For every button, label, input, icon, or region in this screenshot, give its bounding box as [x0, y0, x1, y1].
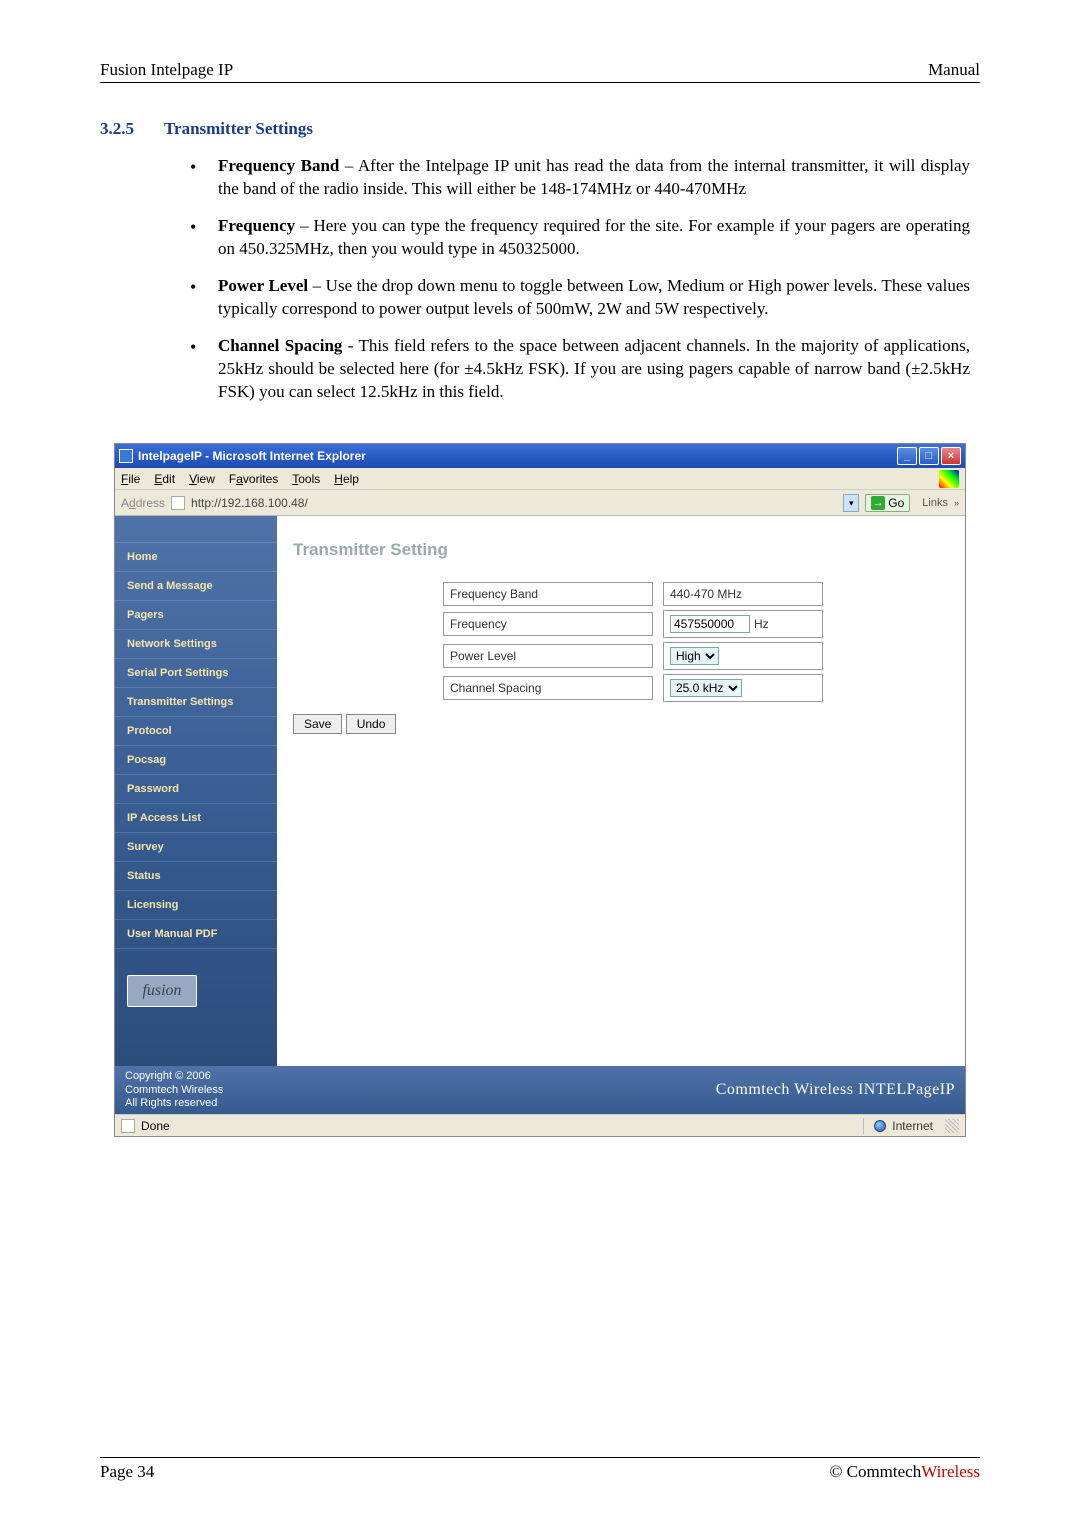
row-frequency-band: Frequency Band 440-470 MHz — [293, 582, 957, 606]
bullet-item: Frequency Band – After the Intelpage IP … — [190, 155, 970, 201]
menu-tools[interactable]: Tools — [292, 472, 320, 486]
status-done: Done — [141, 1119, 853, 1133]
row-power-level: Power Level High — [293, 642, 957, 670]
footer-copy: Copyright © 2006 Commtech Wireless All R… — [125, 1070, 716, 1110]
menu-favorites[interactable]: Favorites — [229, 472, 278, 486]
section-number: 3.2.5 — [100, 119, 160, 139]
sidebar-item-network-settings[interactable]: Network Settings — [115, 630, 277, 659]
label-power-level: Power Level — [443, 644, 653, 668]
fusion-logo: fusion — [127, 975, 197, 1007]
section-title: Transmitter Settings — [164, 119, 313, 138]
status-zone: Internet — [892, 1119, 933, 1133]
page-header: Fusion Intelpage IP Manual — [100, 60, 980, 83]
label-frequency: Frequency — [443, 612, 653, 636]
save-button[interactable]: Save — [293, 714, 342, 734]
sidebar-item-send-message[interactable]: Send a Message — [115, 572, 277, 601]
window-title: IntelpageIP - Microsoft Internet Explore… — [138, 449, 897, 463]
sidebar-item-pocsag[interactable]: Pocsag — [115, 746, 277, 775]
footer-brand: Commtech Wireless INTELPageIP — [716, 1081, 955, 1099]
footer-brand-pre: © Commtech — [829, 1462, 921, 1481]
titlebar: IntelpageIP - Microsoft Internet Explore… — [115, 444, 965, 468]
bullet-list: Frequency Band – After the Intelpage IP … — [190, 155, 970, 403]
app-footer: Copyright © 2006 Commtech Wireless All R… — [115, 1066, 965, 1114]
bullet-item: Channel Spacing - This field refers to t… — [190, 335, 970, 404]
statusbar: Done Internet — [115, 1114, 965, 1136]
sidebar-item-password[interactable]: Password — [115, 775, 277, 804]
row-frequency: Frequency Hz — [293, 610, 957, 638]
globe-icon — [874, 1120, 886, 1132]
address-dropdown[interactable]: ▾ — [843, 494, 859, 512]
main-panel: Transmitter Setting Frequency Band 440-4… — [277, 516, 965, 1066]
bullet-text: – Here you can type the frequency requir… — [218, 216, 970, 258]
sidebar-item-home[interactable]: Home — [115, 542, 277, 572]
footer-copyright: Copyright © 2006 — [125, 1070, 716, 1083]
menu-edit[interactable]: Edit — [154, 472, 175, 486]
done-icon — [121, 1119, 135, 1133]
page-number: Page 34 — [100, 1462, 154, 1482]
value-frequency-band: 440-470 MHz — [663, 582, 823, 606]
bullet-item: Power Level – Use the drop down menu to … — [190, 275, 970, 321]
go-label: Go — [888, 496, 904, 510]
resize-grip-icon — [945, 1119, 959, 1133]
bullet-text: – Use the drop down menu to toggle betwe… — [218, 276, 970, 318]
bullet-term: Frequency Band — [218, 156, 339, 175]
menu-file[interactable]: File — [121, 472, 140, 486]
ie-icon — [119, 449, 133, 463]
sidebar-item-transmitter-settings[interactable]: Transmitter Settings — [115, 688, 277, 717]
power-level-select[interactable]: High — [670, 647, 719, 665]
page-icon — [171, 496, 185, 510]
address-bar: Address http://192.168.100.48/ ▾ → Go Li… — [115, 490, 965, 516]
value-channel-spacing: 25.0 kHz — [663, 674, 823, 702]
menu-view[interactable]: View — [189, 472, 215, 486]
sidebar: Home Send a Message Pagers Network Setti… — [115, 516, 277, 1066]
links-chevron-icon[interactable]: » — [954, 498, 959, 508]
sidebar-item-protocol[interactable]: Protocol — [115, 717, 277, 746]
browser-window: IntelpageIP - Microsoft Internet Explore… — [114, 443, 966, 1137]
links-label[interactable]: Links — [922, 497, 948, 509]
go-button[interactable]: → Go — [865, 494, 910, 512]
bullet-item: Frequency – Here you can type the freque… — [190, 215, 970, 261]
address-url[interactable]: http://192.168.100.48/ — [191, 496, 837, 510]
header-right: Manual — [928, 60, 980, 80]
sidebar-item-licensing[interactable]: Licensing — [115, 891, 277, 920]
footer-company: Commtech Wireless — [125, 1084, 716, 1097]
go-arrow-icon: → — [871, 496, 885, 510]
label-frequency-band: Frequency Band — [443, 582, 653, 606]
sidebar-item-ip-access-list[interactable]: IP Access List — [115, 804, 277, 833]
bullet-term: Channel Spacing — [218, 336, 342, 355]
button-row: Save Undo — [293, 714, 957, 734]
header-left: Fusion Intelpage IP — [100, 60, 233, 80]
sidebar-item-user-manual-pdf[interactable]: User Manual PDF — [115, 920, 277, 949]
channel-spacing-select[interactable]: 25.0 kHz — [670, 679, 742, 697]
footer-brand: © CommtechWireless — [829, 1462, 980, 1482]
page-footer: Page 34 © CommtechWireless — [100, 1457, 980, 1482]
address-label: Address — [121, 496, 165, 510]
sidebar-item-pagers[interactable]: Pagers — [115, 601, 277, 630]
maximize-button[interactable]: □ — [919, 447, 939, 465]
sidebar-item-serial-port-settings[interactable]: Serial Port Settings — [115, 659, 277, 688]
bullet-term: Power Level — [218, 276, 308, 295]
close-button[interactable]: × — [941, 447, 961, 465]
section-heading: 3.2.5 Transmitter Settings — [100, 119, 980, 139]
frequency-input[interactable] — [670, 615, 750, 633]
value-power-level: High — [663, 642, 823, 670]
footer-rights: All Rights reserved — [125, 1097, 716, 1110]
panel-title: Transmitter Setting — [293, 540, 957, 560]
frequency-unit: Hz — [754, 617, 769, 631]
value-frequency: Hz — [663, 610, 823, 638]
menubar: File Edit View Favorites Tools Help — [115, 468, 965, 490]
label-channel-spacing: Channel Spacing — [443, 676, 653, 700]
minimize-button[interactable]: _ — [897, 447, 917, 465]
sidebar-item-status[interactable]: Status — [115, 862, 277, 891]
menu-help[interactable]: Help — [334, 472, 359, 486]
bullet-term: Frequency — [218, 216, 295, 235]
throbber-icon — [939, 470, 959, 488]
sidebar-item-survey[interactable]: Survey — [115, 833, 277, 862]
footer-brand-red: Wireless — [921, 1462, 980, 1481]
undo-button[interactable]: Undo — [346, 714, 397, 734]
content-area: Home Send a Message Pagers Network Setti… — [115, 516, 965, 1066]
statusbar-separator — [863, 1118, 864, 1134]
row-channel-spacing: Channel Spacing 25.0 kHz — [293, 674, 957, 702]
